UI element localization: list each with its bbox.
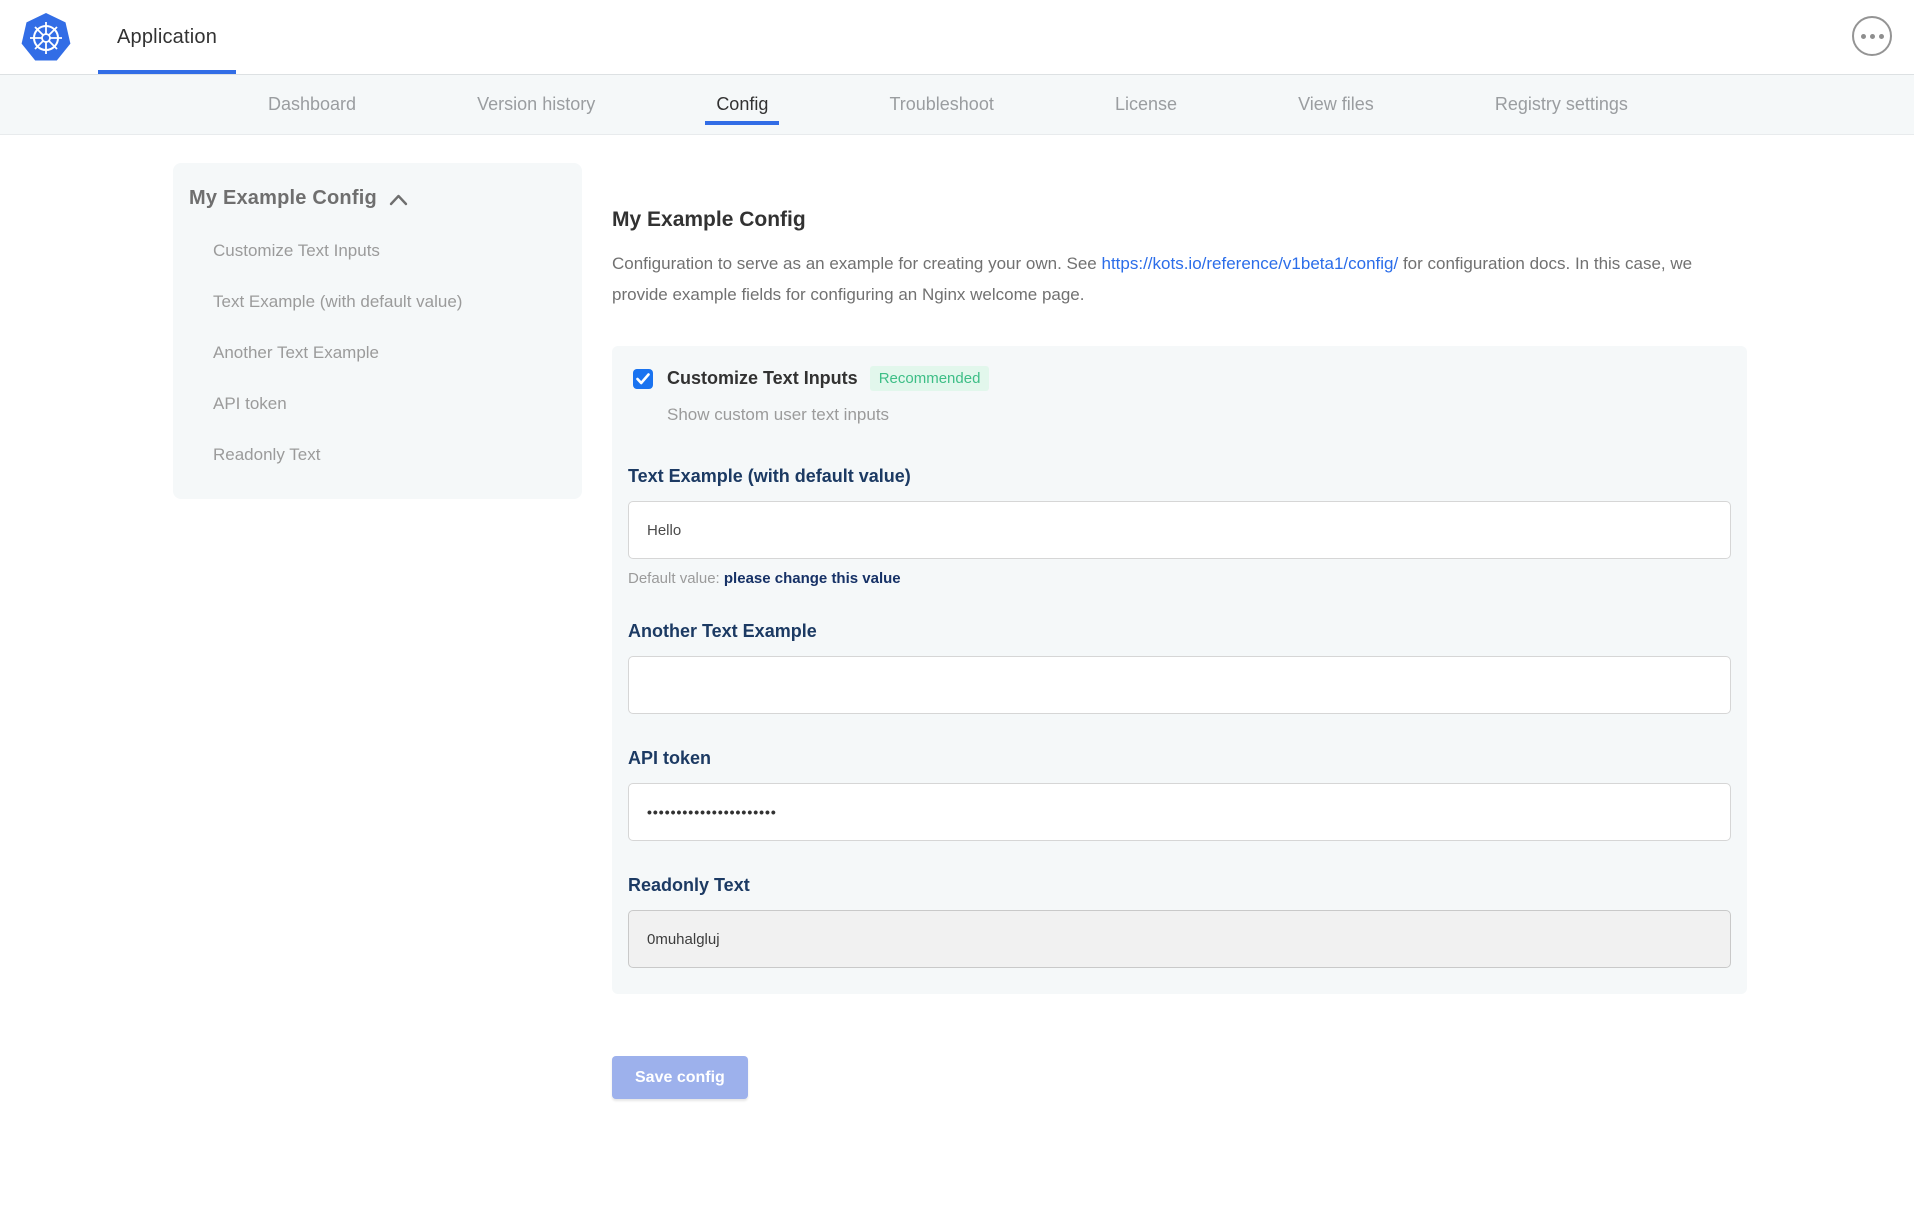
- nav-tab[interactable]: Registry settings: [1495, 75, 1628, 134]
- application-tab-label: Application: [117, 26, 217, 49]
- content-area: My Example Config Customize Text Inputs T…: [0, 135, 1914, 1099]
- nav-tab-label: Version history: [477, 94, 595, 115]
- nav-tab[interactable]: Version history: [477, 75, 595, 134]
- app-nav: Dashboard Version history Config Trouble…: [0, 74, 1914, 135]
- nav-tab-label: Troubleshoot: [889, 94, 993, 115]
- nav-tab[interactable]: Config: [716, 75, 768, 134]
- helper-prefix: Default value:: [628, 570, 724, 587]
- nav-tab[interactable]: Troubleshoot: [889, 75, 993, 134]
- sidebar-group-toggle[interactable]: My Example Config: [189, 187, 562, 210]
- ellipsis-icon: [1861, 34, 1884, 39]
- sidebar-group-title: My Example Config: [189, 187, 377, 210]
- config-main: My Example Config Configuration to serve…: [612, 163, 1747, 1099]
- checkbox-help-text: Show custom user text inputs: [667, 405, 1731, 425]
- sidebar-item-list: Customize Text Inputs Text Example (with …: [189, 241, 562, 465]
- page-title: My Example Config: [612, 208, 1747, 232]
- readonly-text-label: Readonly Text: [628, 875, 1731, 896]
- nav-tab-label: Config: [716, 94, 768, 115]
- tab-application[interactable]: Application: [98, 0, 236, 74]
- helper-value: please change this value: [724, 570, 901, 587]
- kubernetes-logo-icon: [20, 11, 72, 63]
- sidebar-item[interactable]: Text Example (with default value): [213, 292, 562, 312]
- nav-tab-label: License: [1115, 94, 1177, 115]
- config-description: Configuration to serve as an example for…: [612, 248, 1712, 310]
- text-example-label: Text Example (with default value): [628, 466, 1731, 487]
- another-text-example-input[interactable]: [628, 656, 1731, 714]
- recommended-badge: Recommended: [870, 366, 990, 391]
- another-text-example-label: Another Text Example: [628, 621, 1731, 642]
- sidebar-item[interactable]: Customize Text Inputs: [213, 241, 562, 261]
- nav-tab-label: Registry settings: [1495, 94, 1628, 115]
- default-value-helper: Default value: please change this value: [628, 570, 1731, 587]
- text-example-input[interactable]: [628, 501, 1731, 559]
- nav-tab[interactable]: Dashboard: [268, 75, 356, 134]
- nav-tab[interactable]: License: [1115, 75, 1177, 134]
- sidebar-item[interactable]: Another Text Example: [213, 343, 562, 363]
- config-form-card: Customize Text Inputs Recommended Show c…: [612, 346, 1747, 994]
- chevron-up-icon: [389, 194, 408, 206]
- nav-tab-label: View files: [1298, 94, 1374, 115]
- config-docs-link[interactable]: https://kots.io/reference/v1beta1/config…: [1102, 254, 1399, 273]
- description-text-before: Configuration to serve as an example for…: [612, 254, 1102, 273]
- sidebar-item[interactable]: API token: [213, 394, 562, 414]
- more-options-button[interactable]: [1852, 16, 1892, 56]
- customize-text-inputs-label[interactable]: Customize Text Inputs: [667, 368, 858, 389]
- nav-tab[interactable]: View files: [1298, 75, 1374, 134]
- sidebar-item[interactable]: Readonly Text: [213, 445, 562, 465]
- config-groups-sidebar: My Example Config Customize Text Inputs T…: [173, 163, 582, 499]
- readonly-text-input: [628, 910, 1731, 968]
- nav-tab-label: Dashboard: [268, 94, 356, 115]
- active-tab-underline: [98, 70, 236, 74]
- api-token-input[interactable]: [628, 783, 1731, 841]
- api-token-label: API token: [628, 748, 1731, 769]
- customize-text-inputs-checkbox[interactable]: [633, 369, 653, 389]
- checkmark-icon: [636, 373, 650, 385]
- save-config-button[interactable]: Save config: [612, 1056, 748, 1099]
- app-header: Application: [0, 0, 1914, 74]
- customize-text-inputs-row: Customize Text Inputs Recommended: [633, 366, 1731, 391]
